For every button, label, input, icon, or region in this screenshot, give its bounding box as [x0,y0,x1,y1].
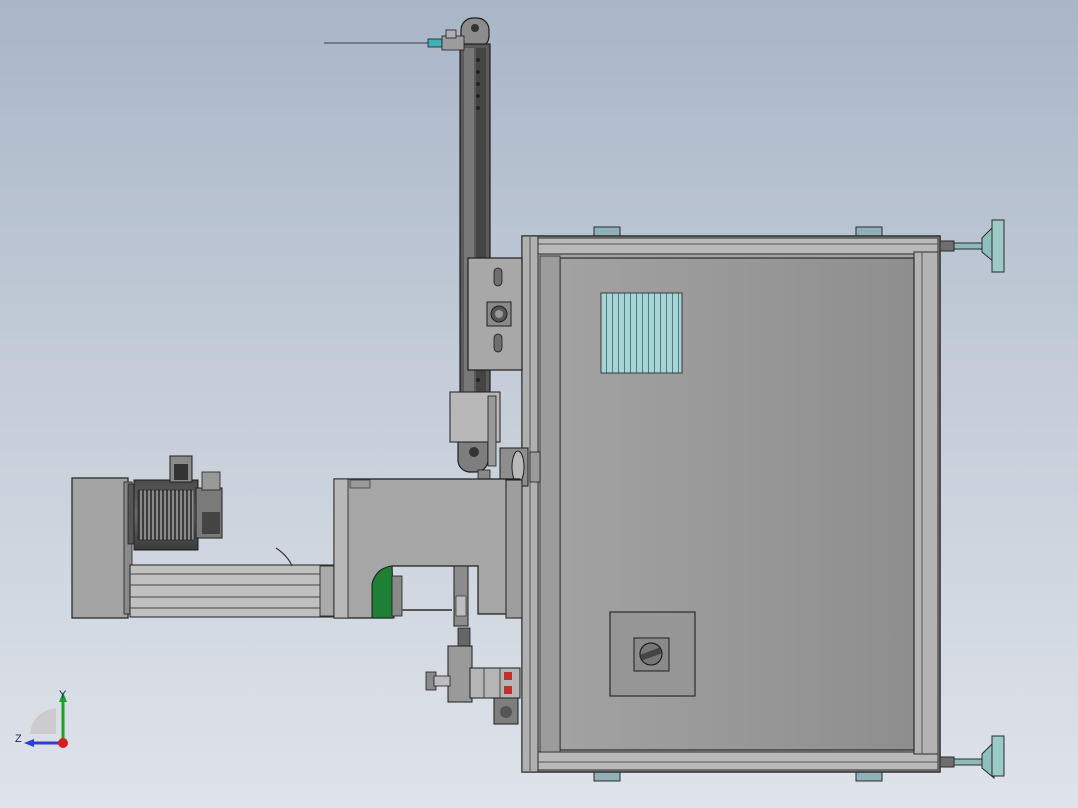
linear-profile [129,564,337,618]
orientation-triad: Y Z [15,689,68,748]
cabinet-top-rail [535,237,939,255]
motor-cable [275,547,293,567]
c-frame-carriage [333,478,521,619]
axis-mounting-bracket [467,257,523,371]
dispensing-needle[interactable] [324,29,465,51]
triad-origin [58,738,68,748]
pneumatic-cylinder [469,667,521,699]
cabinet-right-post [913,251,939,755]
triad-arc [30,708,56,734]
cad-viewport[interactable]: Y Z [0,0,1078,808]
servo-motor[interactable] [127,455,223,551]
axis-end-block [71,477,129,619]
z-axis-label: Z [15,733,22,745]
leveling-foot-top [939,219,1005,273]
electrical-cabinet[interactable] [521,226,941,782]
leveling-foot-bottom [939,735,1005,780]
cabinet-bottom-rail [535,751,939,771]
ventilation-grille [600,292,683,374]
z-axis-arrowhead [24,739,34,747]
y-axis-label: Y [59,689,67,701]
horizontal-linear-axis[interactable] [71,455,521,619]
cabinet-mount-bar [505,479,523,619]
machine-assembly-model[interactable] [0,0,1078,808]
